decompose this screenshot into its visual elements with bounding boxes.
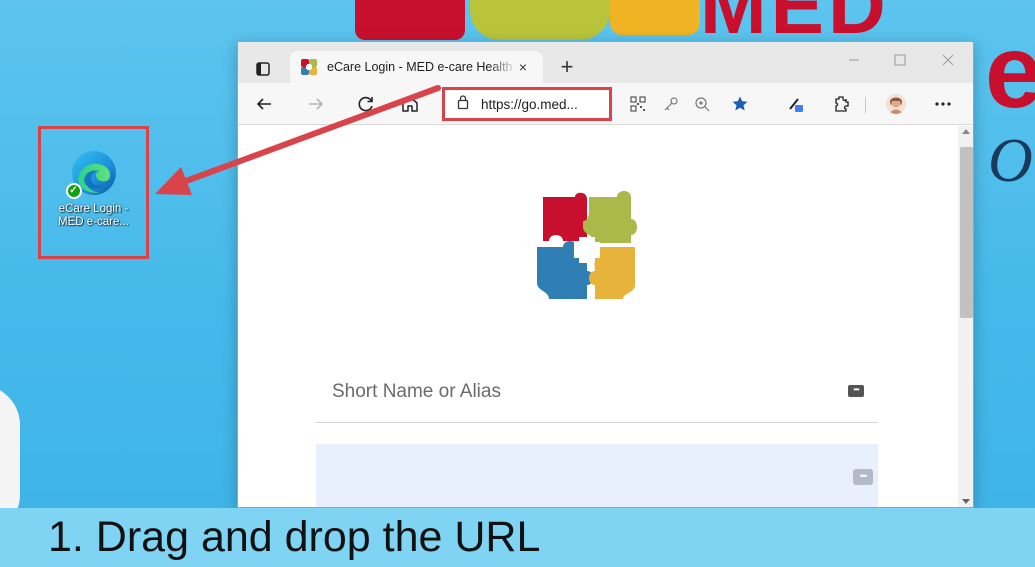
close-window-icon[interactable] [938,50,958,70]
tab-title: eCare Login - MED e-care Health [327,60,513,74]
wallpaper-red-shape [355,0,465,40]
ecare-puzzle-logo [535,191,641,305]
tab-strip: eCare Login - MED e-care Health × + [238,42,973,83]
extensions-icon[interactable] [829,92,853,116]
step-caption: 1. Drag and drop the URL [48,513,541,561]
tab-ecare-login[interactable]: eCare Login - MED e-care Health × [290,51,543,83]
autofill-key-icon[interactable]: ••• [853,469,873,485]
tab-actions-icon[interactable] [250,56,276,82]
more-menu-icon[interactable] [931,92,955,116]
address-url: https://go.med... [481,96,578,112]
forward-arrow-icon[interactable] [304,92,328,116]
wallpaper-orange-shape [610,0,700,35]
page-content: Short Name or Alias ••• ••• [238,126,958,507]
desktop-shortcut[interactable]: ✓ eCare Login - MED e-care... [38,126,149,259]
maximize-icon[interactable] [890,50,910,70]
short-name-label: Short Name or Alias [332,381,501,402]
address-bar[interactable]: https://go.med... [442,87,612,121]
wallpaper-green-shape [470,0,610,40]
wallpaper-side-letter: O [988,127,1033,195]
key-icon[interactable] [659,92,683,116]
wallpaper-big-letter: e [985,14,1035,130]
close-tab-icon[interactable]: × [515,59,531,75]
check-badge-icon: ✓ [65,183,82,199]
browser-toolbar: https://go.med... [238,83,973,125]
short-name-row[interactable]: Short Name or Alias ••• [316,366,878,423]
scroll-up-icon[interactable] [962,129,970,134]
back-arrow-icon[interactable] [252,92,276,116]
refresh-icon[interactable] [354,92,378,116]
color-picker-icon[interactable] [784,92,808,116]
scroll-down-icon[interactable] [962,499,970,504]
star-icon[interactable] [728,92,752,116]
minimize-icon[interactable] [844,50,864,70]
browser-window: eCare Login - MED e-care Health × + http… [237,41,974,508]
qr-code-icon[interactable] [626,92,650,116]
edge-icon: ✓ [65,149,118,199]
page-scrollbar[interactable] [958,126,973,507]
new-tab-button[interactable]: + [556,56,578,78]
site-favicon-icon [300,58,318,76]
home-icon[interactable] [398,92,422,116]
zoom-in-icon[interactable] [690,92,714,116]
password-manager-key-icon[interactable]: ••• [848,385,864,397]
lock-icon [457,94,469,115]
toolbar-separator [865,97,866,113]
profile-avatar-icon[interactable] [886,94,906,114]
password-input[interactable] [316,444,878,507]
scroll-thumb[interactable] [960,147,973,318]
shortcut-label: eCare Login - MED e-care... [58,203,129,228]
